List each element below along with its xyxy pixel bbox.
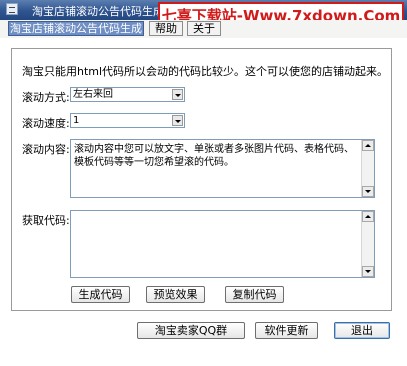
scroll-down-icon[interactable] xyxy=(362,186,374,197)
app-icon xyxy=(6,3,18,15)
content-text: 滚动内容中您可以放文字、单张或者多张图片代码、表格代码、模板代码等等一切您希望滚… xyxy=(74,144,354,168)
scroll-down-icon[interactable] xyxy=(362,266,374,277)
output-label: 获取代码: xyxy=(22,214,70,227)
software-update-button[interactable]: 软件更新 xyxy=(255,322,318,339)
direction-value: 左右来回 xyxy=(73,89,113,100)
direction-select[interactable]: 左右来回 xyxy=(70,87,185,102)
generate-code-button[interactable]: 生成代码 xyxy=(71,286,130,303)
scroll-up-icon[interactable] xyxy=(362,211,374,222)
speed-select[interactable]: 1 xyxy=(70,113,185,128)
scroll-up-icon[interactable] xyxy=(362,140,374,151)
content-scrollbar[interactable] xyxy=(361,140,374,197)
speed-value: 1 xyxy=(73,115,80,126)
qq-group-button[interactable]: 淘宝卖家QQ群 xyxy=(137,322,245,339)
preview-button[interactable]: 预览效果 xyxy=(146,286,205,303)
chevron-down-icon[interactable] xyxy=(172,115,183,126)
intro-text: 淘宝只能用html代码所以会动的代码比较少。这个可以使您的店铺动起来。 xyxy=(22,65,389,78)
chevron-down-icon[interactable] xyxy=(172,89,183,100)
direction-label: 滚动方式: xyxy=(22,91,70,104)
menu-help[interactable]: 帮助 xyxy=(149,21,183,36)
menu-about[interactable]: 关于 xyxy=(187,21,221,36)
speed-label: 滚动速度: xyxy=(22,117,70,130)
exit-button[interactable]: 退出 xyxy=(334,322,390,339)
content-label: 滚动内容: xyxy=(22,143,70,156)
output-textarea[interactable] xyxy=(70,210,375,278)
content-textarea[interactable]: 滚动内容中您可以放文字、单张或者多张图片代码、表格代码、模板代码等等一切您希望滚… xyxy=(70,139,375,198)
window-title: 淘宝店铺滚动公告代码生成器 xyxy=(32,5,175,18)
menu-bar: 淘宝店铺滚动公告代码生成器 帮助 关于 xyxy=(0,20,407,48)
tab-main[interactable]: 淘宝店铺滚动公告代码生成器 xyxy=(8,21,144,48)
output-scrollbar[interactable] xyxy=(361,211,374,277)
copy-code-button[interactable]: 复制代码 xyxy=(225,286,284,303)
